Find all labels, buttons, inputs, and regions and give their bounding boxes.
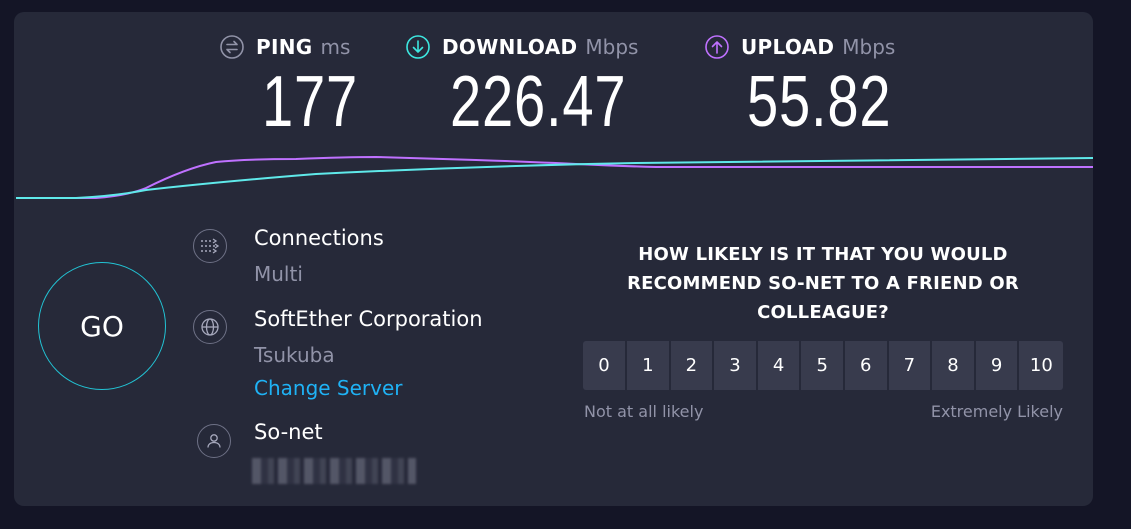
ping-label: PING [256, 35, 313, 59]
rating-button-2[interactable]: 2 [670, 341, 713, 390]
server-location: Tsukuba [254, 343, 335, 367]
rating-button-7[interactable]: 7 [888, 341, 931, 390]
change-server-link[interactable]: Change Server [254, 376, 403, 400]
globe-icon [193, 310, 227, 344]
scale-low-label: Not at all likely [584, 402, 704, 421]
survey-question: HOW LIKELY IS IT THAT YOU WOULD RECOMMEN… [627, 244, 1019, 323]
upload-unit: Mbps [842, 35, 896, 59]
upload-label: UPLOAD [741, 35, 835, 59]
rating-scale: 0 1 2 3 4 5 6 7 8 9 10 [583, 341, 1064, 390]
download-metric: DOWNLOAD Mbps 226.47 [406, 32, 639, 138]
download-icon [406, 35, 430, 59]
download-value: 226.47 [450, 62, 627, 142]
rating-button-8[interactable]: 8 [932, 341, 974, 390]
download-graph-line [16, 157, 1093, 199]
rating-button-10[interactable]: 10 [1019, 341, 1064, 390]
rating-button-4[interactable]: 4 [757, 341, 800, 390]
rating-button-1[interactable]: 1 [627, 341, 669, 390]
go-button-label: GO [80, 309, 124, 343]
download-unit: Mbps [585, 35, 639, 59]
upload-value: 55.82 [747, 62, 892, 142]
download-label: DOWNLOAD [442, 35, 578, 59]
redacted-ip [252, 458, 416, 484]
server-name: SoftEther Corporation [254, 307, 483, 331]
upload-graph-line [16, 155, 1093, 199]
ping-metric: PING ms 177 [220, 32, 357, 138]
speed-graph [16, 155, 1093, 199]
rating-button-5[interactable]: 5 [801, 341, 843, 390]
scale-high-label: Extremely Likely [930, 402, 1063, 421]
rating-button-9[interactable]: 9 [975, 341, 1018, 390]
upload-icon [705, 35, 729, 59]
connections-value: Multi [254, 262, 303, 286]
connections-title: Connections [254, 226, 384, 250]
provider-name: So-net [254, 420, 323, 444]
ping-unit: ms [320, 35, 351, 59]
ping-value: 177 [262, 62, 359, 142]
upload-metric: UPLOAD Mbps 55.82 [705, 32, 896, 138]
user-icon [197, 424, 231, 458]
connections-icon [193, 229, 227, 263]
rating-button-6[interactable]: 6 [844, 341, 887, 390]
ping-icon [220, 35, 244, 59]
go-button[interactable]: GO [38, 262, 166, 390]
rating-button-3[interactable]: 3 [714, 341, 756, 390]
rating-button-0[interactable]: 0 [583, 341, 625, 390]
